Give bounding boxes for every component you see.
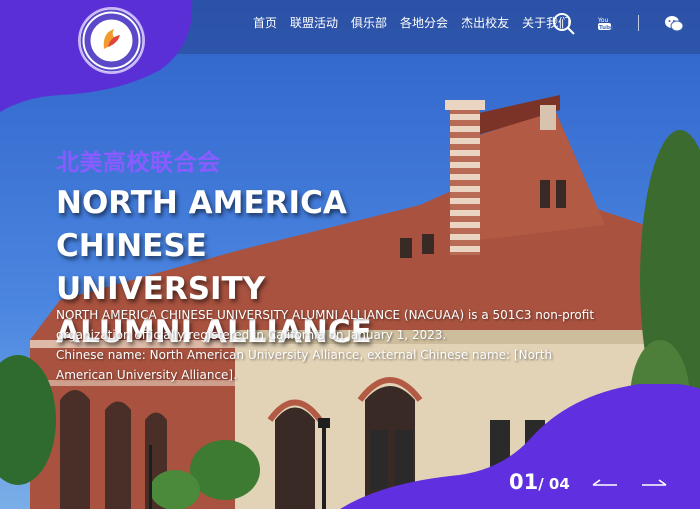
youtube-icon[interactable]: You Tube bbox=[597, 15, 613, 31]
logo-emblem-icon bbox=[80, 9, 143, 72]
hero-title-line: CHINESE UNIVERSITY bbox=[56, 228, 266, 307]
nav-activities[interactable]: 联盟活动 bbox=[290, 15, 338, 31]
hero-description: NORTH AMERICA CHINESE UNIVERSITY ALUMNI … bbox=[56, 305, 611, 385]
hero-banner: 首页 联盟活动 俱乐部 各地分会 杰出校友 关于我们 You Tube 北美高校… bbox=[0, 0, 700, 509]
search-icon[interactable] bbox=[552, 12, 576, 36]
nav-chapters[interactable]: 各地分会 bbox=[400, 15, 448, 31]
slide-counter: 01/ 04 bbox=[509, 470, 570, 494]
nav-clubs[interactable]: 俱乐部 bbox=[351, 15, 387, 31]
hero-description-paragraph: Chinese name: North American University … bbox=[56, 348, 553, 382]
nav-home[interactable]: 首页 bbox=[253, 15, 277, 31]
svg-text:Tube: Tube bbox=[599, 25, 613, 31]
slide-counter-total: / 04 bbox=[538, 475, 570, 493]
svg-text:You: You bbox=[597, 17, 609, 24]
nav-separator bbox=[638, 15, 639, 31]
arrow-right-icon[interactable] bbox=[640, 477, 668, 491]
slide-counter-current: 01 bbox=[509, 470, 539, 494]
alliance-logo[interactable] bbox=[80, 9, 143, 72]
nav-alumni[interactable]: 杰出校友 bbox=[461, 15, 509, 31]
hero-description-paragraph: NORTH AMERICA CHINESE UNIVERSITY ALUMNI … bbox=[56, 308, 595, 342]
hero-title-chinese: 北美高校联合会 bbox=[56, 150, 221, 176]
wechat-icon[interactable] bbox=[664, 15, 684, 33]
hero-title-line: NORTH AMERICA bbox=[56, 185, 347, 221]
arrow-left-icon[interactable] bbox=[591, 477, 619, 491]
main-nav: 首页 联盟活动 俱乐部 各地分会 杰出校友 关于我们 bbox=[253, 15, 583, 31]
